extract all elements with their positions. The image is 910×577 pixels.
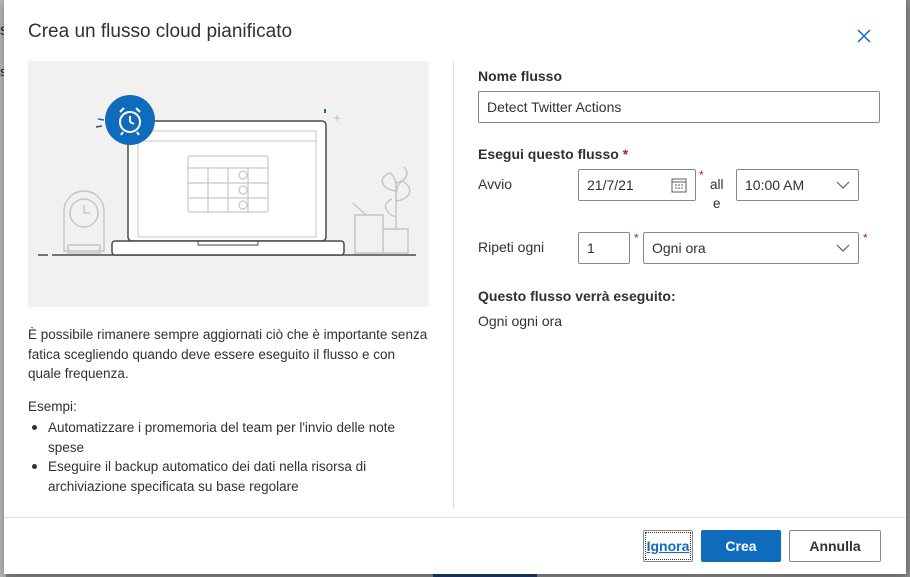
close-button[interactable]	[853, 25, 875, 47]
flow-name-label: Nome flusso	[478, 68, 563, 84]
start-time-value: 10:00 AM	[745, 177, 805, 193]
summary-value: Ogni ogni ora	[478, 313, 563, 329]
required-mark: *	[622, 146, 629, 162]
required-mark: *	[634, 231, 639, 245]
plant-pot-icon	[352, 166, 411, 254]
ignore-button[interactable]: Ignora	[643, 530, 693, 562]
repeat-interval-value: 1	[587, 240, 595, 256]
chevron-down-icon	[836, 244, 850, 252]
close-icon	[857, 29, 871, 43]
calendar-icon[interactable]	[671, 177, 687, 193]
flow-name-value: Detect Twitter Actions	[487, 99, 622, 115]
alarm-clock-icon	[95, 95, 155, 145]
create-scheduled-flow-dialog: Crea un flusso cloud pianificato È possi…	[4, 0, 906, 574]
summary-label: Questo flusso verrà eseguito:	[478, 288, 676, 304]
column-divider	[453, 61, 454, 509]
examples-label: Esempi:	[28, 399, 77, 414]
at-label: all	[710, 177, 724, 192]
run-flow-label: Esegui questo flusso *	[478, 146, 629, 162]
repeat-frequency-dropdown[interactable]: Ogni ora	[643, 232, 859, 264]
start-time-dropdown[interactable]: 10:00 AM	[736, 169, 859, 201]
footer-divider	[4, 517, 906, 518]
flow-name-input[interactable]: Detect Twitter Actions	[478, 91, 880, 123]
required-mark: *	[699, 168, 704, 182]
repeat-frequency-value: Ogni ora	[652, 240, 706, 256]
chevron-down-icon	[836, 181, 850, 189]
scheduled-flow-illustration	[28, 61, 429, 307]
start-date-value: 21/7/21	[587, 177, 634, 193]
list-item: Automatizzare i promemoria del team per …	[28, 418, 428, 457]
repeat-interval-input[interactable]: 1	[578, 232, 630, 264]
examples-list: Automatizzare i promemoria del team per …	[28, 418, 428, 496]
repeat-label: Ripeti ogni	[478, 239, 545, 255]
create-button[interactable]: Crea	[701, 530, 781, 562]
start-date-picker[interactable]: 21/7/21	[578, 169, 696, 201]
start-label: Avvio	[478, 176, 512, 192]
dialog-description: È possibile rimanere sempre aggiornati c…	[28, 327, 428, 381]
cancel-button[interactable]: Annulla	[789, 530, 881, 562]
at-label-suffix: e	[713, 196, 721, 211]
desk-clock-icon	[63, 190, 105, 254]
dialog-title: Crea un flusso cloud pianificato	[28, 21, 293, 42]
required-mark: *	[863, 231, 868, 245]
list-item: Eseguire il backup automatico dei dati n…	[28, 457, 428, 496]
